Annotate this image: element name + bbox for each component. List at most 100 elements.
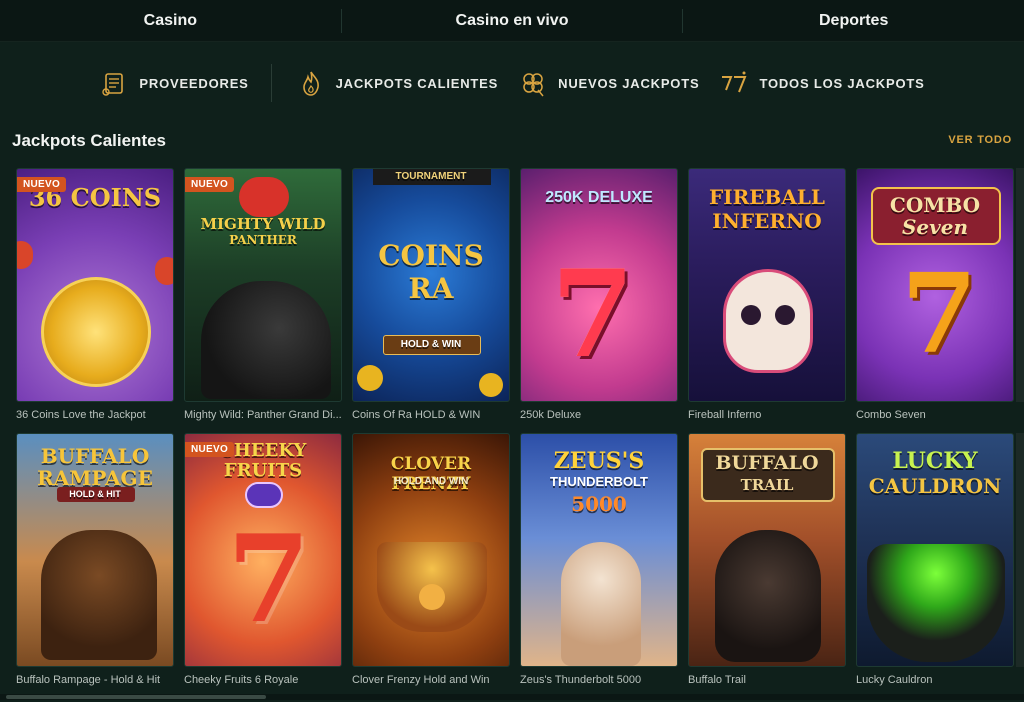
nav-providers[interactable]: PROVEEDORES xyxy=(99,68,248,98)
game-art-subtitle: HOLD AND WIN xyxy=(393,476,469,487)
next-card-peek[interactable] xyxy=(1016,168,1024,402)
seven-art: 7 xyxy=(227,509,311,650)
game-art-title: 250K DELUXE xyxy=(545,189,653,206)
panther-art xyxy=(201,281,331,399)
game-card[interactable]: TOURNAMENT COINS RA HOLD & WIN Coins Of … xyxy=(352,168,510,421)
nav-new-jackpots[interactable]: NUEVOS JACKPOTS xyxy=(518,68,699,98)
game-art-title: ZEUS'S xyxy=(553,448,645,474)
game-art-number: 5000 xyxy=(571,492,627,516)
tab-casino[interactable]: Casino xyxy=(0,9,341,33)
coin-art xyxy=(357,365,383,391)
game-thumbnail: CLOVER FRENZY HOLD AND WIN xyxy=(352,433,510,667)
new-badge: NUEVO xyxy=(185,442,235,457)
royale-emblem xyxy=(245,482,283,508)
game-art-subtitle: INFERNO xyxy=(712,209,822,233)
scrollbar-thumb[interactable] xyxy=(6,695,266,699)
buffalo-art xyxy=(41,530,157,660)
game-art-subtitle: TRAIL xyxy=(740,476,794,494)
game-card[interactable]: BUFFALO RAMPAGE HOLD & HIT Buffalo Rampa… xyxy=(16,433,174,686)
tournament-label: TOURNAMENT xyxy=(395,171,467,182)
lucky-seven-icon xyxy=(722,71,747,93)
game-card[interactable]: COMBO Seven 7 Combo Seven xyxy=(856,168,1014,421)
game-card[interactable]: CLOVER FRENZY HOLD AND WIN Clover Frenzy… xyxy=(352,433,510,686)
nav-hot-jackpots-label: JACKPOTS CALIENTES xyxy=(335,75,499,91)
game-card[interactable]: ZEUS'S THUNDERBOLT 5000 Zeus's Thunderbo… xyxy=(520,433,678,686)
tab-sports[interactable]: Deportes xyxy=(683,9,1024,33)
see-all-link[interactable]: VER TODO xyxy=(948,134,1012,146)
nav-new-jackpots-label: NUEVOS JACKPOTS xyxy=(558,75,700,91)
game-thumbnail: TOURNAMENT COINS RA HOLD & WIN xyxy=(352,168,510,402)
coin-art xyxy=(479,373,503,397)
scroll-icon xyxy=(102,73,124,96)
game-card[interactable]: BUFFALO TRAIL Buffalo Trail xyxy=(688,433,846,686)
clover-icon xyxy=(523,73,544,97)
next-card-peek[interactable] xyxy=(1016,433,1024,667)
game-art-subtitle: FRUITS xyxy=(223,460,303,481)
game-thumbnail: ZEUS'S THUNDERBOLT 5000 xyxy=(520,433,678,667)
game-title: Buffalo Trail xyxy=(688,674,746,686)
game-thumbnail: MIGHTY WILD PANTHER NUEVO xyxy=(184,168,342,402)
game-art-subtitle: CAULDRON xyxy=(868,474,1002,498)
horizontal-scrollbar[interactable] xyxy=(0,694,1024,700)
divider xyxy=(270,64,272,102)
game-title: Coins Of Ra HOLD & WIN xyxy=(352,409,481,421)
nav-all-jackpots-label: TODOS LOS JACKPOTS xyxy=(759,75,925,91)
game-card[interactable]: FIREBALL INFERNO Fireball Inferno xyxy=(688,168,846,421)
game-title: Buffalo Rampage - Hold & Hit xyxy=(16,674,161,686)
buffalo-art xyxy=(715,530,821,662)
nav-hot-jackpots[interactable]: JACKPOTS CALIENTES xyxy=(296,68,498,98)
game-art-title: FIREBALL xyxy=(709,185,825,209)
game-card[interactable]: 36 COINS NUEVO 36 Coins Love the Jackpot xyxy=(16,168,174,421)
game-art-title: COMBO xyxy=(889,193,981,217)
skull-eye xyxy=(741,305,761,325)
game-thumbnail: BUFFALO RAMPAGE HOLD & HIT xyxy=(16,433,174,667)
game-title: 250k Deluxe xyxy=(520,409,582,421)
game-art-title: LUCKY xyxy=(892,448,978,474)
game-thumbnail: 250K DELUXE 7 xyxy=(520,168,678,402)
jackpot-category-nav: PROVEEDORES JACKPOTS CALIENTES NUEVOS JA… xyxy=(0,62,1024,104)
game-thumbnail: CHEEKY FRUITS 7 NUEVO xyxy=(184,433,342,667)
skull-art xyxy=(723,269,813,373)
tab-live-casino[interactable]: Casino en vivo xyxy=(342,9,683,33)
seven-art: 7 xyxy=(551,244,635,385)
game-thumbnail: LUCKY CAULDRON xyxy=(856,433,1014,667)
nav-all-jackpots[interactable]: TODOS LOS JACKPOTS xyxy=(719,68,924,98)
game-card[interactable]: LUCKY CAULDRON Lucky Cauldron xyxy=(856,433,1014,686)
game-art-title: BUFFALO xyxy=(715,452,819,474)
game-card[interactable]: MIGHTY WILD PANTHER NUEVO Mighty Wild: P… xyxy=(184,168,342,421)
game-title: Lucky Cauldron xyxy=(856,674,933,686)
game-title: Clover Frenzy Hold and Win xyxy=(352,674,490,686)
game-art-subtitle: THUNDERBOLT xyxy=(550,474,648,489)
game-card[interactable]: 250K DELUXE 7 250k Deluxe xyxy=(520,168,678,421)
game-art-title: MIGHTY WILD xyxy=(200,215,326,233)
heart-art xyxy=(239,177,289,217)
heart-art xyxy=(155,257,173,285)
game-thumbnail: FIREBALL INFERNO xyxy=(688,168,846,402)
game-title: Mighty Wild: Panther Grand Di... xyxy=(184,409,342,421)
flame-icon xyxy=(302,71,319,96)
top-navigation: Casino Casino en vivo Deportes xyxy=(0,0,1024,42)
cauldron-art xyxy=(867,544,1005,662)
skull-eye xyxy=(775,305,795,325)
game-thumbnail: BUFFALO TRAIL xyxy=(688,433,846,667)
game-thumbnail: 36 COINS NUEVO xyxy=(16,168,174,402)
game-art-subtitle: PANTHER xyxy=(229,233,297,247)
game-art-tagline: HOLD & HIT xyxy=(69,489,121,499)
new-badge: NUEVO xyxy=(17,177,67,192)
game-thumbnail: COMBO Seven 7 xyxy=(856,168,1014,402)
game-art-title: BUFFALO xyxy=(40,444,150,468)
gold-coin-art xyxy=(41,277,151,387)
game-art-subtitle: HOLD & WIN xyxy=(400,339,462,350)
heart-art xyxy=(17,241,33,269)
game-title: Fireball Inferno xyxy=(688,409,762,421)
clover-emblem xyxy=(419,584,445,610)
game-title: Cheeky Fruits 6 Royale xyxy=(184,674,299,686)
game-art-title: CLOVER FRENZY xyxy=(390,454,472,494)
nav-providers-label: PROVEEDORES xyxy=(139,75,249,91)
game-art-subtitle: Seven xyxy=(901,215,969,239)
game-title: 36 Coins Love the Jackpot xyxy=(16,409,146,421)
game-art-title: COINS RA xyxy=(378,239,484,305)
new-badge: NUEVO xyxy=(185,177,235,192)
game-card[interactable]: CHEEKY FRUITS 7 NUEVO Cheeky Fruits 6 Ro… xyxy=(184,433,342,686)
section-title: Jackpots Calientes xyxy=(12,131,167,150)
